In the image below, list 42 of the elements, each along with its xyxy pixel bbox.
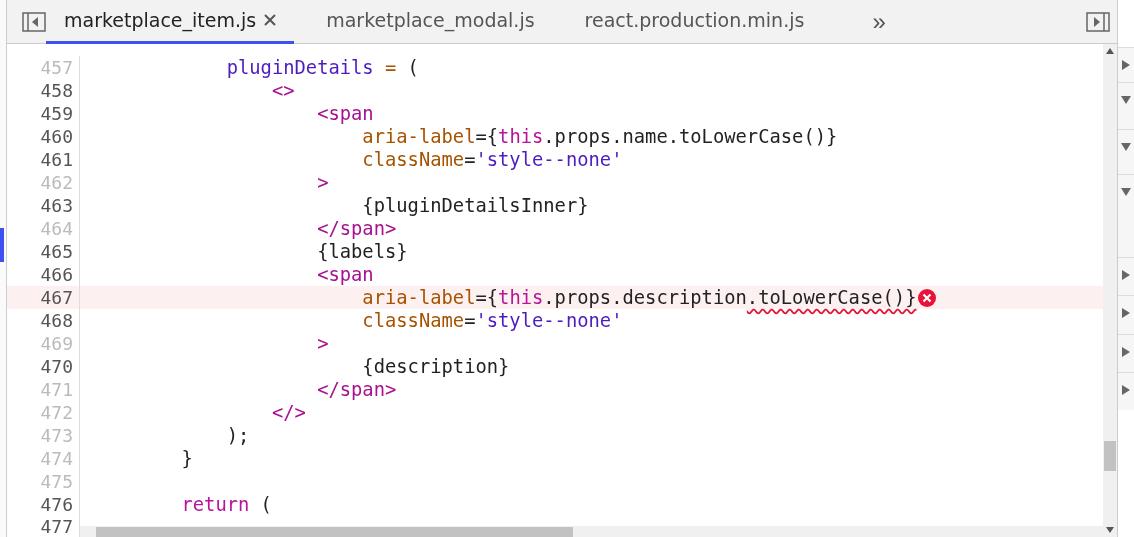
scrollbar-thumb[interactable] xyxy=(96,527,573,537)
code-line: aria-label={this.props.name.toLowerCase()} xyxy=(361,125,838,148)
code-line: <span xyxy=(316,102,374,125)
caret-icon[interactable] xyxy=(1121,308,1131,318)
code-line: {pluginDetailsInner} xyxy=(361,194,589,217)
caret-icon[interactable] xyxy=(1121,60,1131,70)
code-line: className='style--none' xyxy=(361,148,623,171)
code-line: > xyxy=(316,171,329,194)
code-line: </> xyxy=(270,401,306,424)
scrollbar-thumb[interactable] xyxy=(1104,441,1116,471)
code-line: </span> xyxy=(316,378,397,401)
more-tabs-button[interactable]: » xyxy=(862,7,896,36)
caret-icon[interactable] xyxy=(1121,385,1131,395)
sidebar-toggle-icon[interactable] xyxy=(1086,11,1110,32)
code-line: className='style--none' xyxy=(361,309,623,332)
vertical-scrollbar[interactable] xyxy=(1103,44,1117,537)
caret-icon[interactable] xyxy=(1121,270,1131,280)
file-tab[interactable]: marketplace_item.js xyxy=(46,0,295,44)
caret-icon[interactable] xyxy=(1121,142,1131,152)
close-icon[interactable] xyxy=(264,14,277,26)
caret-icon[interactable] xyxy=(1121,95,1131,105)
code-line: {labels} xyxy=(316,240,408,263)
code-line: </span> xyxy=(316,217,397,240)
code-line: <span xyxy=(316,263,374,286)
code-line: return ( xyxy=(180,493,272,516)
scroll-down-icon[interactable] xyxy=(1106,527,1114,533)
error-icon xyxy=(918,288,937,307)
sidebar-toggle-icon[interactable] xyxy=(22,11,46,32)
code-line: pluginDetails = ( xyxy=(225,56,419,79)
caret-icon[interactable] xyxy=(1121,347,1131,357)
horizontal-scrollbar[interactable] xyxy=(80,526,1103,537)
code-line: aria-label={this.props.description.toLowerCase()} xyxy=(361,286,917,309)
code-line: } xyxy=(180,447,193,470)
selection-marker xyxy=(0,228,4,262)
caret-icon[interactable] xyxy=(1121,187,1131,197)
code-line: <> xyxy=(270,79,295,102)
file-tab[interactable]: marketplace_modal.js xyxy=(308,0,553,44)
file-tab[interactable]: react.production.min.js xyxy=(566,0,823,44)
code-line: ); xyxy=(225,424,250,447)
code-line: {description} xyxy=(361,355,510,378)
scroll-up-icon[interactable] xyxy=(1106,48,1114,54)
code-line: > xyxy=(316,332,329,355)
